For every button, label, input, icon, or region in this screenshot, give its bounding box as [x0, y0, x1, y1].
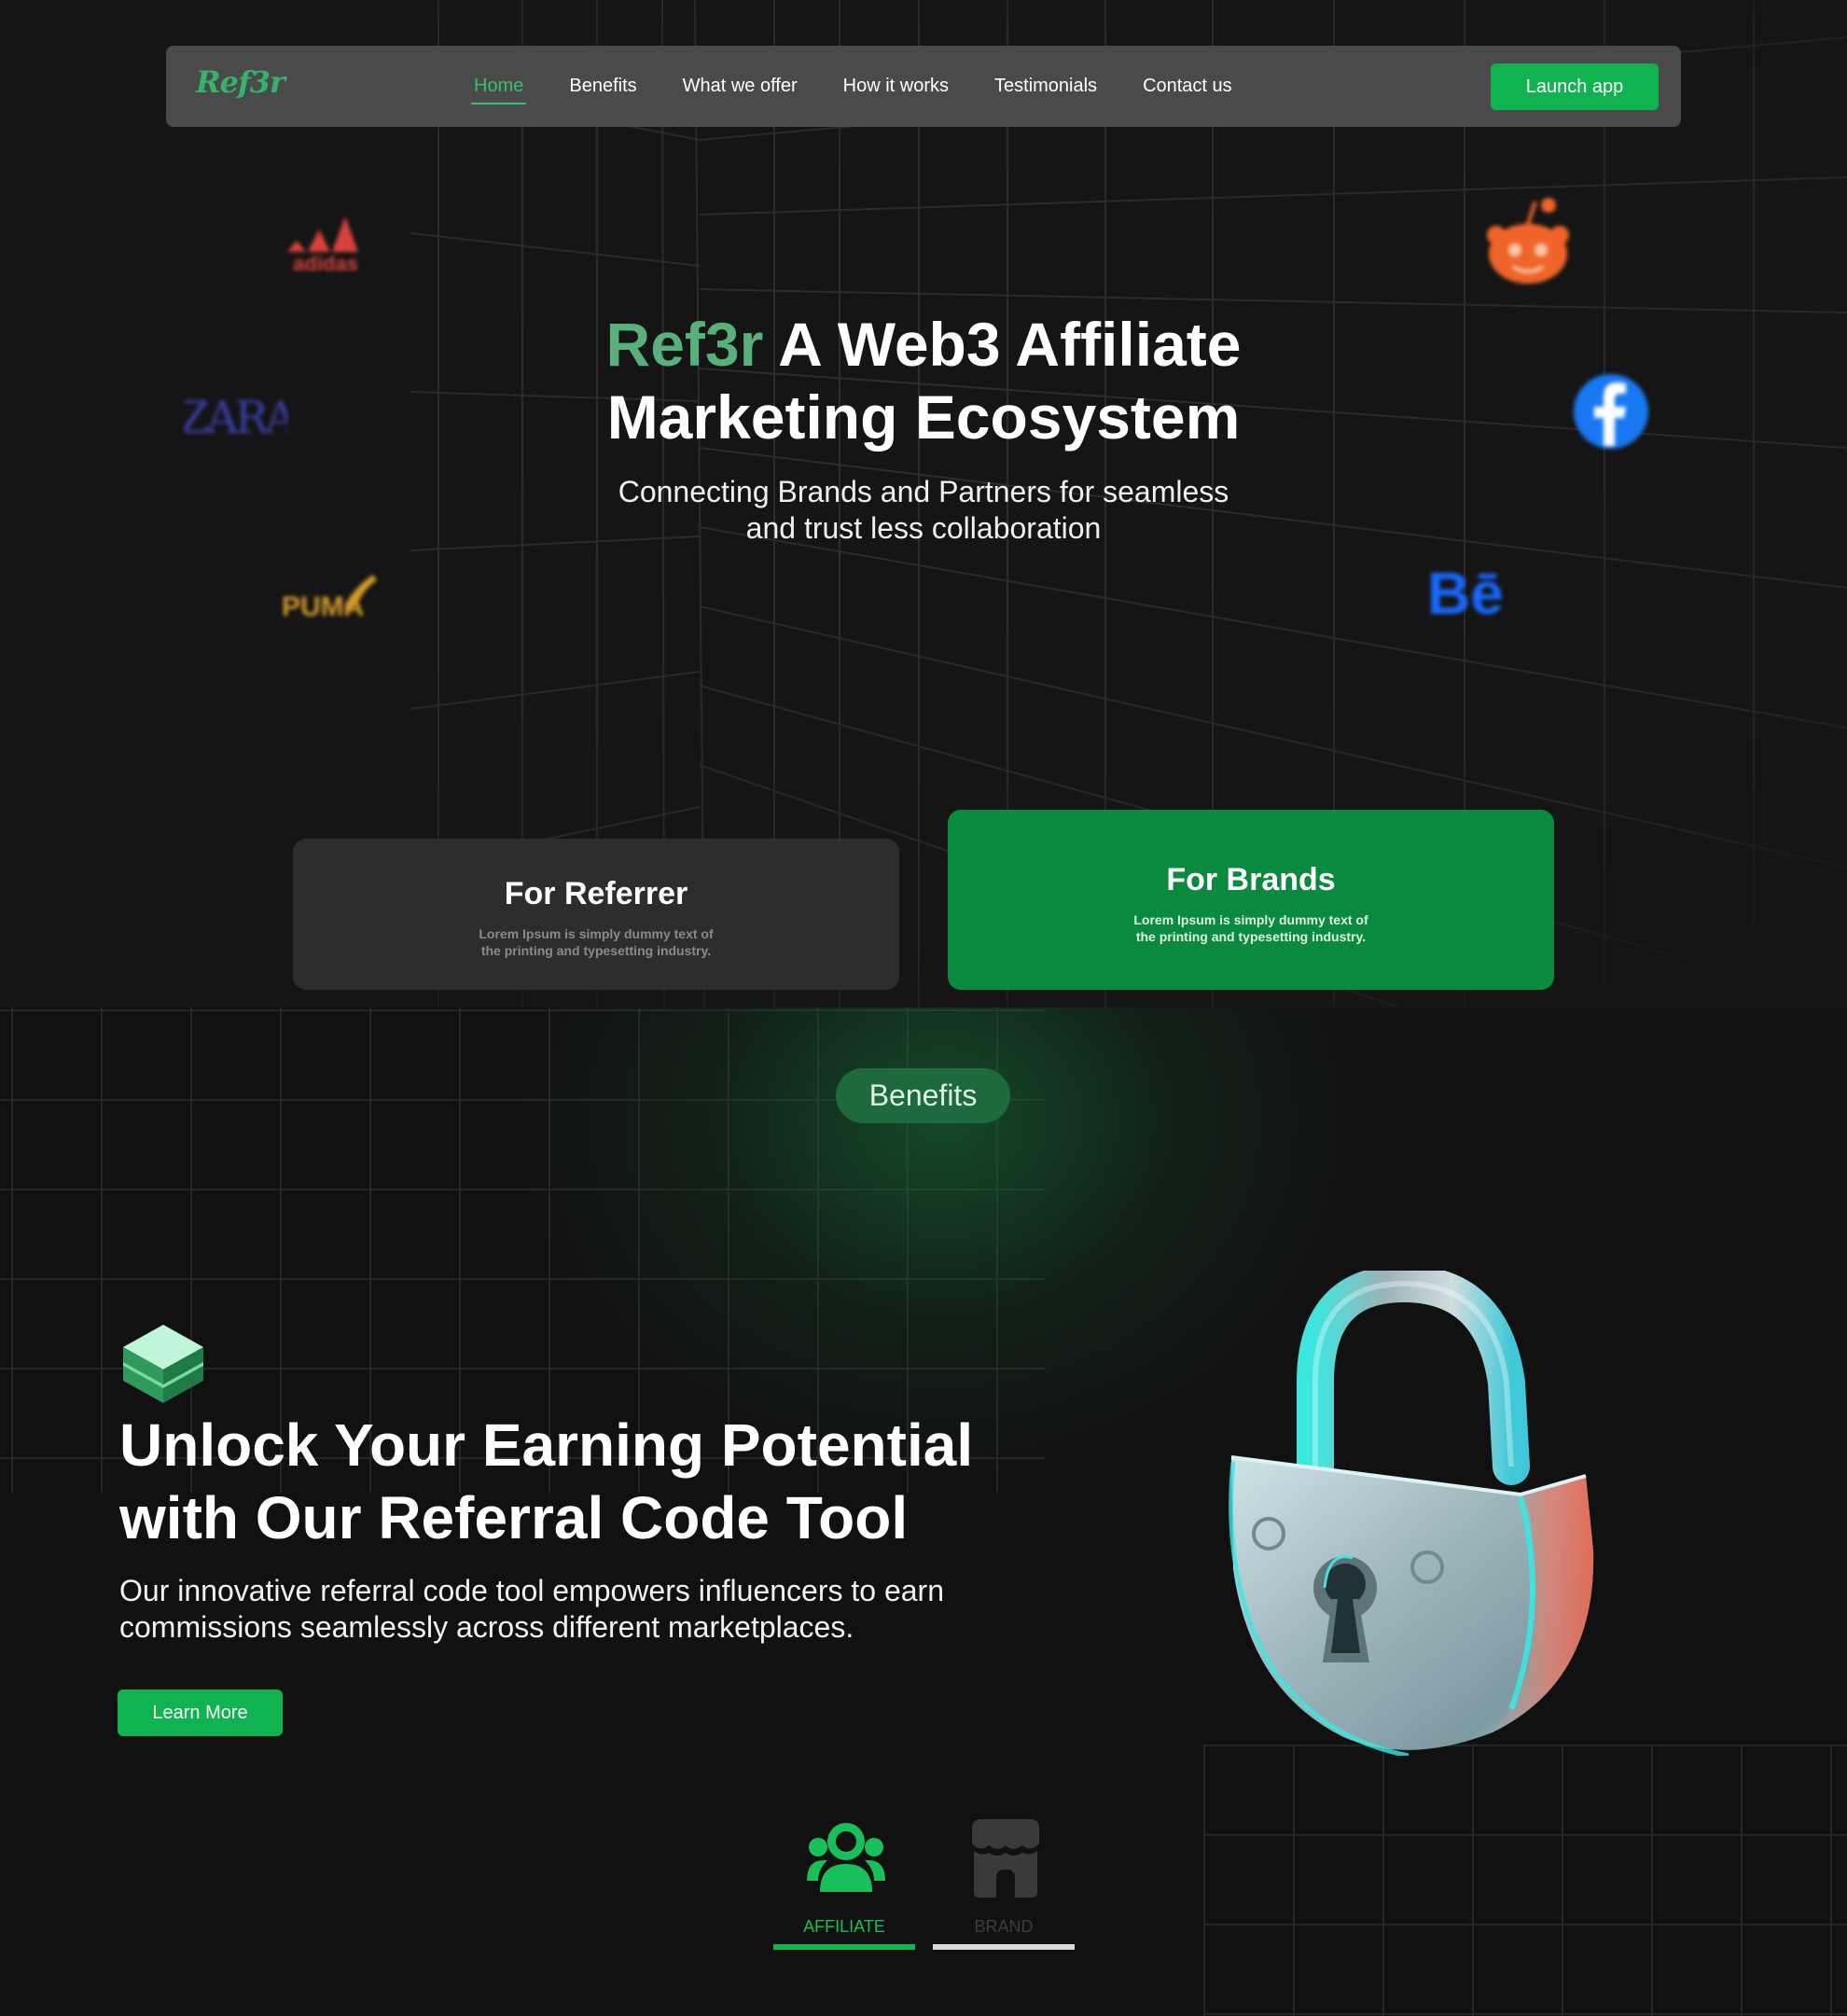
- tab-affiliate-label: AFFILIATE: [803, 1917, 885, 1936]
- behance-logo: Bē: [1427, 560, 1504, 621]
- nav-link-contact-us[interactable]: Contact us: [1143, 76, 1232, 97]
- hero-subtitle: Connecting Brands and Partners for seaml…: [550, 474, 1297, 547]
- section-title-line2: with Our Referral Code Tool: [119, 1484, 909, 1551]
- reddit-logo: [1487, 198, 1569, 284]
- nav-link-how-it-works[interactable]: How it works: [843, 76, 949, 97]
- padlock-illustration: [1229, 1271, 1594, 1756]
- hero-title: Ref3r A Web3 Affiliate Marketing Ecosyst…: [504, 308, 1343, 453]
- nav-link-benefits[interactable]: Benefits: [569, 76, 636, 97]
- nav-link-what-we-offer[interactable]: What we offer: [683, 76, 798, 97]
- section-desc-line1: Our innovative referral code tool empowe…: [119, 1574, 944, 1607]
- facebook-logo: [1574, 374, 1648, 449]
- landing-page: Ref3r Home Benefits What we offer How it…: [0, 0, 1847, 2016]
- tab-brand-label: BRAND: [974, 1917, 1034, 1936]
- benefits-pill: Benefits: [836, 1068, 1010, 1123]
- benefits-section: Benefits Unlock Your Earning Potential w…: [0, 1008, 1847, 2016]
- section-title-line1: Unlock Your Earning Potential: [119, 1411, 974, 1479]
- tab-affiliate-underline: [773, 1944, 915, 1950]
- top-navbar: Ref3r Home Benefits What we offer How it…: [166, 46, 1681, 127]
- brands-desc-line1: Lorem Ipsum is simply dummy text of: [1133, 912, 1368, 927]
- section-title: Unlock Your Earning Potential with Our R…: [119, 1409, 1052, 1554]
- brands-card-title: For Brands: [1166, 862, 1336, 897]
- zara-logo: ZARA: [185, 392, 287, 444]
- learn-more-button[interactable]: Learn More: [118, 1689, 283, 1736]
- cube-icon: [123, 1325, 203, 1403]
- referrer-desc-line1: Lorem Ipsum is simply dummy text of: [479, 926, 714, 941]
- nav-link-home[interactable]: Home: [470, 76, 527, 104]
- referrer-card-title: For Referrer: [504, 876, 688, 911]
- section-desc-line2: commissions seamlessly across different …: [119, 1610, 854, 1644]
- hero-section: Ref3r Home Benefits What we offer How it…: [0, 0, 1847, 1008]
- hero-title-accent: Ref3r: [605, 310, 764, 379]
- tab-brand[interactable]: BRAND: [933, 1819, 1075, 1950]
- for-referrer-card[interactable]: For Referrer Lorem Ipsum is simply dummy…: [293, 839, 899, 990]
- launch-app-button[interactable]: Launch app: [1491, 63, 1659, 110]
- brands-desc-line2: the printing and typesetting industry.: [1135, 929, 1367, 944]
- background-grid-right: [1203, 1745, 1847, 2016]
- ref3r-logo[interactable]: Ref3r: [196, 64, 285, 100]
- store-icon: [972, 1819, 1039, 1898]
- referrer-desc-line2: the printing and typesetting industry.: [480, 943, 712, 958]
- brands-card-desc: Lorem Ipsum is simply dummy text of the …: [948, 911, 1554, 945]
- zara-logo-text: ZARA: [185, 392, 287, 444]
- hero-title-line2: Marketing Ecosystem: [606, 382, 1241, 452]
- adidas-logo: adidas: [287, 216, 358, 274]
- puma-logo: PUMA: [282, 575, 377, 622]
- hero-subtitle-line2: and trust less collaboration: [745, 511, 1102, 545]
- hero-title-line1: A Web3 Affiliate: [763, 310, 1242, 379]
- for-brands-card[interactable]: For Brands Lorem Ipsum is simply dummy t…: [948, 810, 1554, 990]
- section-description: Our innovative referral code tool empowe…: [119, 1573, 1071, 1646]
- nav-links: Home Benefits What we offer How it works…: [470, 46, 1278, 127]
- hero-subtitle-line1: Connecting Brands and Partners for seaml…: [618, 475, 1229, 508]
- referrer-card-desc: Lorem Ipsum is simply dummy text of the …: [293, 925, 899, 959]
- users-icon: [807, 1823, 885, 1892]
- tab-affiliate[interactable]: AFFILIATE: [773, 1819, 915, 1950]
- tab-brand-underline: [933, 1944, 1075, 1950]
- nav-link-testimonials[interactable]: Testimonials: [994, 76, 1097, 97]
- behance-logo-text: Bē: [1427, 560, 1504, 621]
- adidas-logo-text: adidas: [293, 252, 358, 274]
